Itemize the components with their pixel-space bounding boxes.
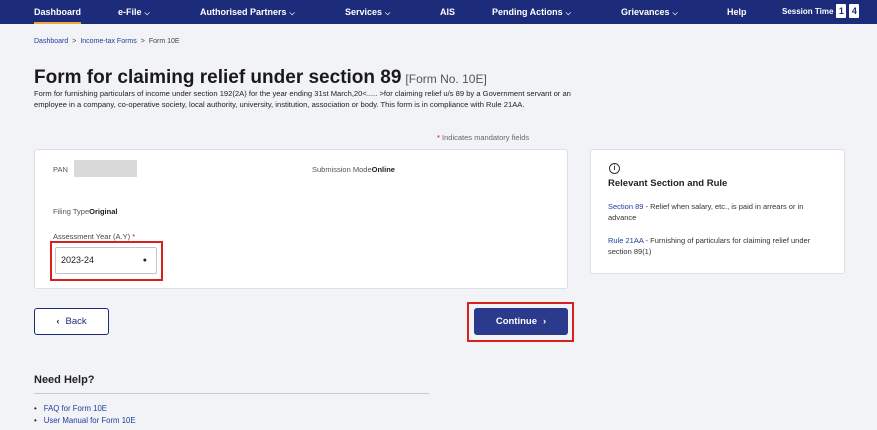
top-navigation-bar: Dashboard e-File ⌵ Authorised Partners ⌵ S… [0,0,877,24]
chevron-down-icon: ⌵ [672,10,678,17]
breadcrumb-separator: > [72,38,77,45]
nav-efile[interactable]: e-File ⌵ [118,0,150,24]
nav-efile-label: e-File [118,7,142,17]
submission-mode: Submission ModeOnline [312,165,395,174]
nav-ais-label: AIS [440,7,456,17]
nav-pending-actions[interactable]: Pending Actions ⌵ [492,0,571,24]
divider [34,393,429,394]
section-89-link[interactable]: Section 89 [608,202,643,211]
assessment-year-label: Assessment Year (A.Y) * [53,232,135,241]
nav-authorised-partners-label: Authorised Partners [200,7,287,17]
bullet-icon: • [34,416,37,425]
bullet-icon: • [34,404,37,413]
help-link-faq-label: FAQ for Form 10E [43,404,107,413]
back-button[interactable]: ‹ Back [34,308,109,335]
submission-mode-label: Submission Mode [312,165,372,174]
chevron-down-icon: ⌵ [144,10,150,17]
chevron-left-icon: ‹ [56,316,60,327]
pan-label: PAN [53,165,68,174]
chevron-down-icon: ⌵ [565,10,571,17]
chevron-down-icon: ⌵ [289,10,295,17]
submission-mode-value: Online [371,165,395,174]
required-star: * [132,232,136,241]
help-link-faq[interactable]: • FAQ for Form 10E [34,404,107,413]
rule-21aa-link[interactable]: Rule 21AA [608,236,643,245]
nav-services-label: Services [345,7,383,17]
assessment-year-label-text: Assessment Year (A.Y) [53,232,131,241]
session-time-label: Session Time [782,7,834,16]
highlight-box-continue [467,302,574,342]
filing-type-label: Filing Type [53,207,90,216]
highlight-box-assessment-year [50,241,163,281]
nav-services[interactable]: Services ⌵ [345,0,390,24]
form-number: [Form No. 10E] [405,72,487,86]
breadcrumb-income-tax-forms[interactable]: Income-tax Forms [80,38,136,45]
nav-authorised-partners[interactable]: Authorised Partners ⌵ [200,0,295,24]
nav-dashboard-label: Dashboard [34,7,82,17]
mandatory-note-text: Indicates mandatory fields [442,133,530,142]
side-item-section-89: Section 89 - Relief when salary, etc., i… [608,201,833,223]
breadcrumb: Dashboard > Income-tax Forms > Form 10E [34,38,180,45]
nav-ais[interactable]: AIS [440,0,455,24]
nav-grievances-label: Grievances [621,7,670,17]
side-item-rule-21aa: Rule 21AA - Furnishing of particulars fo… [608,235,833,257]
nav-grievances[interactable]: Grievances ⌵ [621,0,678,24]
help-link-manual[interactable]: • User Manual for Form 10E [34,416,136,425]
nav-help[interactable]: Help [727,0,747,24]
session-digit: 4 [849,4,860,18]
breadcrumb-current: Form 10E [148,38,180,45]
nav-pending-actions-label: Pending Actions [492,7,563,17]
info-icon: i [609,163,620,174]
breadcrumb-separator: > [140,38,145,45]
page-description: Form for furnishing particulars of incom… [34,89,571,109]
relevant-section-title: Relevant Section and Rule [608,178,728,189]
back-button-label: Back [65,316,87,327]
page-title-text: Form for claiming relief under section 8… [34,67,402,88]
nav-help-label: Help [727,7,747,17]
filing-type: Filing TypeOriginal [53,207,117,216]
pan-value-masked [74,160,137,177]
session-digit: 1 [836,4,847,18]
required-star: * [437,133,440,142]
need-help-title: Need Help? [34,374,95,386]
filing-type-value: Original [89,207,118,216]
page-title: Form for claiming relief under section 8… [34,67,487,89]
chevron-down-icon: ⌵ [385,10,391,17]
help-link-manual-label: User Manual for Form 10E [43,416,136,425]
nav-dashboard[interactable]: Dashboard [34,0,82,24]
mandatory-note: * Indicates mandatory fields [437,133,529,142]
breadcrumb-dashboard[interactable]: Dashboard [34,38,68,45]
session-timer: Session Time 1 4 [782,0,860,24]
